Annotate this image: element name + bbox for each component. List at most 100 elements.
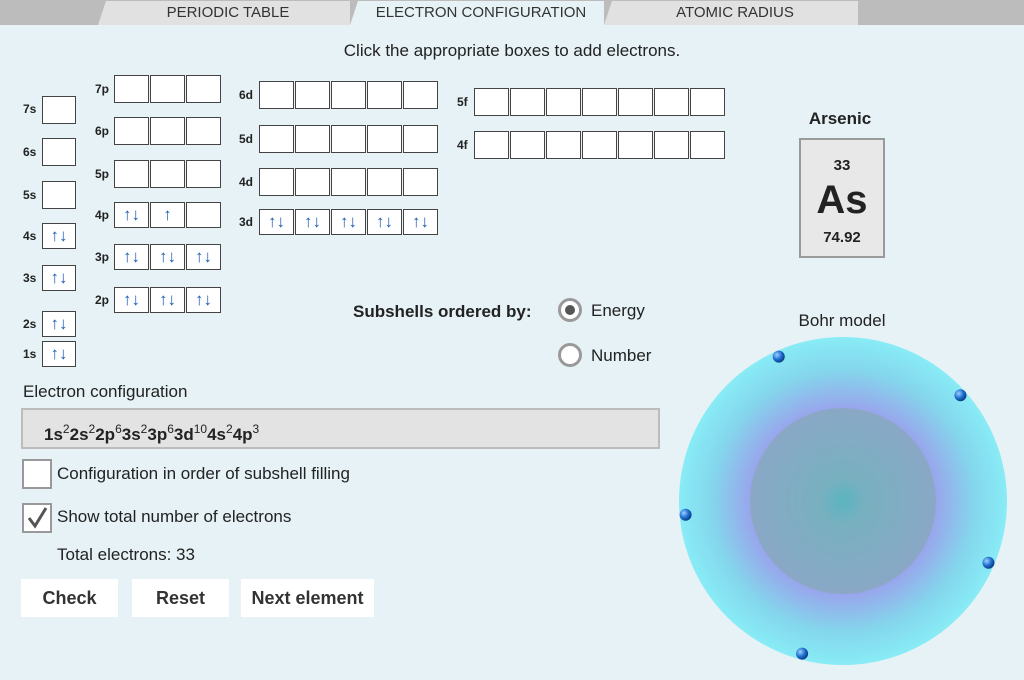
orbital-box-5d[interactable] (295, 125, 330, 153)
orbital-box-4d[interactable] (259, 168, 294, 196)
orbital-box-4f[interactable] (654, 131, 689, 159)
radio-energy[interactable] (558, 298, 582, 322)
orbital-box-5f[interactable] (546, 88, 581, 116)
orbital-box-7p[interactable] (186, 75, 221, 103)
orbital-box-1s[interactable]: ↑↓ (42, 341, 76, 367)
config-term: 3s2 (121, 422, 148, 444)
orbital-label-4p: 4p (95, 208, 110, 222)
orbital-box-2p[interactable]: ↑↓ (114, 287, 149, 313)
show-total-label[interactable]: Show total number of electrons (57, 507, 291, 527)
tab-bar: PERIODIC TABLE ELECTRON CONFIGURATION AT… (0, 0, 1024, 25)
orbital-box-5f[interactable] (510, 88, 545, 116)
electron (982, 556, 995, 569)
orbital-box-4d[interactable] (331, 168, 366, 196)
config-term: 1s2 (44, 422, 70, 444)
fill-order-checkbox[interactable] (22, 459, 52, 489)
tab-edge (98, 1, 106, 25)
orbital-box-2p[interactable]: ↑↓ (150, 287, 185, 313)
check-button[interactable]: Check (21, 579, 118, 617)
orbital-label-4d: 4d (239, 175, 254, 189)
orbital-box-4f[interactable] (618, 131, 653, 159)
config-term-count: 2 (226, 422, 233, 436)
config-term-count: 6 (167, 422, 174, 436)
element-symbol: As (816, 178, 868, 222)
orbital-box-4f[interactable] (690, 131, 725, 159)
orbital-box-6p[interactable] (186, 117, 221, 145)
orbital-box-5f[interactable] (618, 88, 653, 116)
orbital-box-5d[interactable] (367, 125, 402, 153)
orbital-label-4f: 4f (457, 138, 468, 152)
orbital-label-5f: 5f (457, 95, 468, 109)
orbital-label-6d: 6d (239, 88, 254, 102)
orbital-box-6d[interactable] (367, 81, 402, 109)
orbital-box-4f[interactable] (474, 131, 509, 159)
orbital-box-7s[interactable] (42, 96, 76, 124)
orbital-box-3d[interactable]: ↑↓ (259, 209, 294, 235)
bohr-model-title: Bohr model (798, 311, 886, 330)
orbital-box-3d[interactable]: ↑↓ (367, 209, 402, 235)
reset-button[interactable]: Reset (132, 579, 229, 617)
orbital-box-6d[interactable] (403, 81, 438, 109)
orbital-box-3d[interactable]: ↑↓ (331, 209, 366, 235)
orbital-box-4d[interactable] (403, 168, 438, 196)
orbital-box-5f[interactable] (582, 88, 617, 116)
orbital-box-7p[interactable] (150, 75, 185, 103)
config-term-count: 3 (252, 422, 260, 436)
fill-order-label[interactable]: Configuration in order of subshell filli… (57, 464, 350, 484)
tab-electron-configuration[interactable]: ELECTRON CONFIGURATION (358, 1, 604, 25)
orbital-box-4f[interactable] (510, 131, 545, 159)
orbital-box-7p[interactable] (114, 75, 149, 103)
next-element-button[interactable]: Next element (241, 579, 374, 617)
orbital-box-6p[interactable] (150, 117, 185, 145)
radio-energy-label[interactable]: Energy (591, 301, 645, 321)
orbital-box-5f[interactable] (654, 88, 689, 116)
electron (796, 647, 809, 660)
orbital-box-6p[interactable] (114, 117, 149, 145)
orbital-box-3p[interactable]: ↑↓ (186, 244, 221, 270)
electron (679, 508, 692, 521)
bohr-model (679, 337, 1007, 665)
tab-atomic-radius[interactable]: ATOMIC RADIUS (612, 1, 858, 25)
tab-periodic-table[interactable]: PERIODIC TABLE (106, 1, 350, 25)
orbital-box-6s[interactable] (42, 138, 76, 166)
orbital-box-5d[interactable] (403, 125, 438, 153)
orbital-box-5f[interactable] (474, 88, 509, 116)
inner-shell (750, 408, 936, 594)
orbital-box-3s[interactable]: ↑↓ (42, 265, 76, 291)
orbital-box-5s[interactable] (42, 181, 76, 209)
orbital-box-5d[interactable] (259, 125, 294, 153)
orbital-box-4p[interactable]: ↑↓ (114, 202, 149, 228)
orbital-box-6d[interactable] (331, 81, 366, 109)
orbital-box-4s[interactable]: ↑↓ (42, 223, 76, 249)
orbital-box-5p[interactable] (114, 160, 149, 188)
element-tile: 33 As 74.92 (799, 138, 885, 258)
orbital-box-6d[interactable] (259, 81, 294, 109)
orbital-box-5p[interactable] (150, 160, 185, 188)
orbital-box-3d[interactable]: ↑↓ (403, 209, 438, 235)
orbital-box-5f[interactable] (690, 88, 725, 116)
configuration-field: 1s22s22p63s23p63d104s24p3 (21, 408, 660, 449)
config-term: 4s2 (207, 422, 233, 444)
radio-number-label[interactable]: Number (591, 346, 651, 366)
orbital-box-2s[interactable]: ↑↓ (42, 311, 76, 337)
orbital-box-6d[interactable] (295, 81, 330, 109)
orbital-box-4f[interactable] (582, 131, 617, 159)
orbital-box-5p[interactable] (186, 160, 221, 188)
ordering-label: Subshells ordered by: (353, 302, 532, 321)
config-term: 2p6 (95, 422, 122, 444)
show-total-checkbox[interactable] (22, 503, 52, 533)
orbital-box-4d[interactable] (295, 168, 330, 196)
orbital-box-3p[interactable]: ↑↓ (114, 244, 149, 270)
tab-edge (604, 1, 612, 25)
orbital-box-3d[interactable]: ↑↓ (295, 209, 330, 235)
orbital-box-5d[interactable] (331, 125, 366, 153)
electron (772, 350, 785, 363)
config-term-count: 2 (62, 422, 70, 436)
radio-number[interactable] (558, 343, 582, 367)
orbital-box-4d[interactable] (367, 168, 402, 196)
orbital-box-2p[interactable]: ↑↓ (186, 287, 221, 313)
orbital-box-3p[interactable]: ↑↓ (150, 244, 185, 270)
orbital-box-4p[interactable]: ↑ (150, 202, 185, 228)
orbital-box-4f[interactable] (546, 131, 581, 159)
orbital-box-4p[interactable] (186, 202, 221, 228)
